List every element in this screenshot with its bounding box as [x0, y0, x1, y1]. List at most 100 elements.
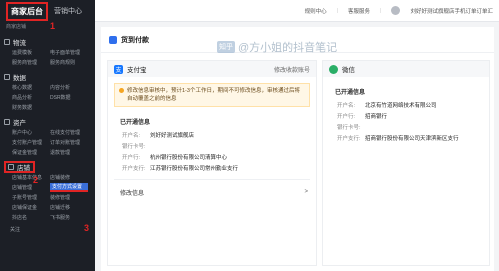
field-row: 开户名: 北京有竹道网络技术有限公司 [323, 99, 489, 110]
chart-icon [4, 73, 10, 80]
warning-icon [119, 88, 124, 93]
sidebar-item-store-info[interactable]: 店铺基本信息 [12, 174, 50, 181]
sidebar-row: 子账号管理 装修管理 [4, 192, 95, 202]
field-value: 北京有竹道网络技术有限公司 [365, 102, 437, 109]
sidebar-item-freight-template[interactable]: 运费模板 [12, 49, 50, 56]
sidebar-group-assets: 资产 账户中心 在线支付管理 支付账户管理 订单对账管理 保证金管理 退款管理 [0, 116, 95, 157]
card-title: 微信 [342, 67, 355, 74]
sidebar-item-store-deposit[interactable]: 店铺保证金 [12, 204, 50, 211]
sidebar-item-core-data[interactable]: 核心数据 [12, 84, 50, 91]
notice-text: 修改信息审核中，预计1-3个工作日，期间不可修改信息，审核通过后将自动覆盖之前的… [127, 88, 300, 102]
store-icon [8, 163, 14, 170]
field-row: 开户支行: 招商银行股份有限公司天津滨新区支行 [323, 132, 489, 143]
top-store-name[interactable]: 刘好好测试旗舰店手机订单订单汇 [410, 7, 493, 15]
modify-info-label[interactable]: 修改信息 [120, 188, 144, 197]
tab-merchant-backend[interactable]: 商家后台 [6, 1, 48, 21]
top-link-rules[interactable]: 规则中心 [305, 7, 327, 15]
sidebar-item-store-migrate[interactable]: 店铺迁移 [50, 204, 88, 211]
sidebar-item-provider-rules[interactable]: 服务商规则 [50, 59, 88, 66]
alipay-icon: 支 [114, 64, 123, 74]
annotation-number: 2 [33, 175, 39, 185]
sidebar-item-online-payment[interactable]: 在线支付管理 [50, 129, 88, 136]
sidebar-row: 抖店名 飞书服务 [4, 212, 95, 222]
field-row: 开户名: 刘好好测试旗舰店 [108, 129, 316, 140]
field-label: 银行卡号: [122, 143, 146, 150]
field-label: 开户行: [337, 113, 356, 120]
sidebar-item-store-manage[interactable]: 店铺管理 [12, 184, 50, 191]
sidebar-group-header[interactable]: 物流 [4, 36, 95, 47]
modify-info-row[interactable]: 修改信息 > [108, 186, 316, 198]
sidebar-search[interactable]: 商家店铺 [0, 22, 95, 32]
field-value: 江苏银行股份有限公司常州勤业支行 [150, 165, 239, 172]
card-header: 微信 [323, 61, 489, 77]
sidebar-item-content-analysis[interactable]: 内容分析 [50, 84, 88, 91]
field-value: 招商银行股份有限公司天津滨新区支行 [365, 135, 459, 142]
sidebar-item-dsr-data[interactable]: DSR数据 [50, 94, 88, 101]
sidebar-item-payment-account[interactable]: 支付账户管理 [12, 139, 50, 146]
field-row: 开户行: 招商银行 [323, 110, 489, 121]
alipay-card: 支 支付宝 修改收款账号 修改信息审核中，预计1-3个工作日，期间不可修改信息，… [107, 60, 317, 266]
review-notice: 修改信息审核中，预计1-3个工作日，期间不可修改信息，审核通过后将自动覆盖之前的… [114, 83, 310, 107]
top-link-service[interactable]: 客服服务 [348, 7, 370, 15]
sidebar-item-payment-method[interactable]: 支付方式设置 [50, 182, 88, 192]
sidebar-row: 支付账户管理 订单对账管理 [4, 137, 95, 147]
card-header: 支 支付宝 修改收款账号 [108, 61, 316, 77]
avatar[interactable] [391, 6, 401, 15]
field-label: 开户支行: [122, 165, 146, 172]
section-title: 已开通信息 [120, 120, 151, 126]
sidebar-item-follow[interactable]: 关注 [10, 226, 48, 233]
sidebar-item-store-decor[interactable]: 店铺装修 [50, 174, 88, 181]
chevron-right-icon[interactable]: > [304, 189, 308, 195]
field-value: 招商银行 [365, 113, 388, 120]
sidebar-item-feishu[interactable]: 飞书服务 [50, 214, 88, 221]
sidebar-group-header[interactable]: 资产 [4, 116, 95, 127]
sidebar-item-product-analysis[interactable]: 商品分析 [12, 94, 50, 101]
sidebar-item-decor-manage[interactable]: 装修管理 [50, 194, 88, 201]
sidebar-item-deposit[interactable]: 保证金管理 [12, 149, 50, 156]
sidebar-item-provider-manage[interactable]: 服务商管理 [12, 59, 50, 66]
app-root: 商家后台 营销中心 商家店铺 物流 运费模板 电子面单管理 服务商管理 服务商规… [0, 0, 499, 271]
sidebar-item-finance-data[interactable]: 财务数据 [12, 104, 50, 111]
field-value: 刘好好测试旗舰店 [150, 132, 195, 139]
sidebar-group-store-highlight[interactable]: 店铺 [4, 160, 35, 173]
sidebar-item-e-waybill[interactable]: 电子面单管理 [50, 49, 88, 56]
divider: | [380, 7, 382, 14]
sidebar-row: 财务数据 [4, 102, 95, 112]
sidebar-group-header[interactable]: 店铺 [4, 160, 95, 173]
sidebar-row: 保证金管理 退款管理 [4, 147, 95, 157]
sidebar-group-header[interactable]: 数据 [4, 71, 95, 82]
tab-marketing-center[interactable]: 营销中心 [54, 6, 82, 16]
sidebar-tabs: 商家后台 营销中心 [0, 0, 95, 22]
wallet-icon [4, 118, 10, 125]
truck-icon [4, 38, 10, 45]
sidebar-bottom: 关注 [0, 224, 95, 234]
divider [114, 179, 310, 180]
sidebar-row: 核心数据 内容分析 [4, 82, 95, 92]
sidebar-item-order-reconcile[interactable]: 订单对账管理 [50, 139, 88, 146]
sidebar-row: 运费模板 电子面单管理 [4, 47, 95, 57]
sidebar-group-title: 物流 [13, 39, 26, 47]
sidebar-row: 服务商管理 服务商规则 [4, 57, 95, 67]
sidebar-group-data: 数据 核心数据 内容分析 商品分析 DSR数据 财务数据 [0, 71, 95, 112]
cod-icon [109, 35, 117, 44]
sidebar-row: 商品分析 DSR数据 [4, 92, 95, 102]
main-panel: 货到付款 知乎 @方小姐的抖音笔记 支 支付宝 修改收款账号 修改信息审核中，预… [101, 27, 494, 271]
sidebar-group-title: 资产 [13, 119, 26, 127]
wechat-card: 微信 已开通信息 开户名: 北京有竹道网络技术有限公司 开户行: 招商银行 银行… [322, 60, 490, 266]
sidebar-item-store-name[interactable]: 抖店名 [12, 214, 50, 221]
sidebar: 商家后台 营销中心 商家店铺 物流 运费模板 电子面单管理 服务商管理 服务商规… [0, 0, 95, 271]
sidebar-row: 店铺基本信息 店铺装修 [4, 172, 95, 182]
sidebar-item-refund[interactable]: 退款管理 [50, 149, 88, 156]
divider: | [336, 7, 339, 14]
field-label: 银行卡号: [337, 124, 361, 131]
sidebar-item-payment-method-label[interactable]: 支付方式设置 [50, 182, 88, 192]
sidebar-group-logistics: 物流 运费模板 电子面单管理 服务商管理 服务商规则 [0, 36, 95, 67]
field-label: 开户名: [337, 102, 356, 109]
field-label: 开户行: [122, 154, 141, 161]
wechat-icon [329, 64, 338, 74]
sidebar-item-account-center[interactable]: 账户中心 [12, 129, 50, 136]
modify-account-button[interactable]: 修改收款账号 [274, 65, 310, 74]
sidebar-row: 店铺管理 支付方式设置 [4, 182, 95, 192]
sidebar-group-title: 数据 [13, 74, 26, 82]
sidebar-item-sub-account[interactable]: 子账号管理 [12, 194, 50, 201]
